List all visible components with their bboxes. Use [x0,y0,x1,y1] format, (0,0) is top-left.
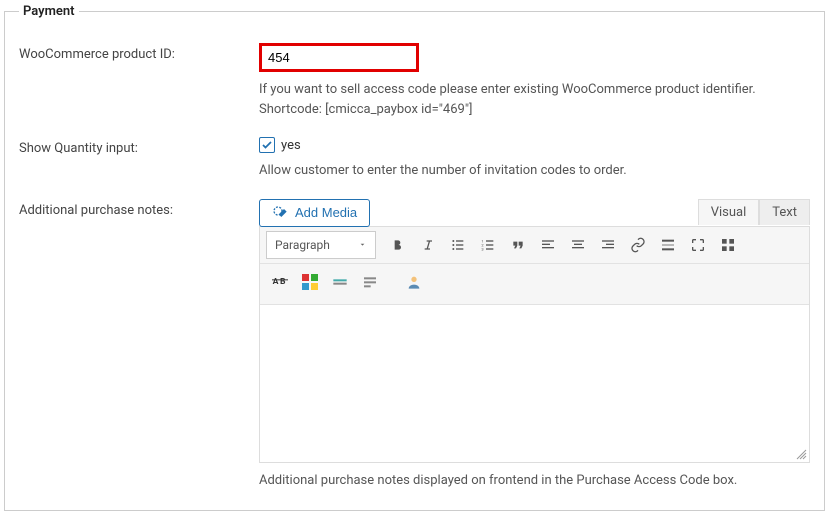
color-grid-button[interactable] [296,268,324,296]
svg-text:A: A [273,277,279,287]
fullscreen-button[interactable] [684,231,712,259]
product-id-help: If you want to sell access code please e… [259,80,810,119]
toolbar-toggle-button[interactable] [714,231,742,259]
clear-formatting-button[interactable] [356,268,384,296]
bold-button[interactable] [384,231,412,259]
payment-fieldset: Payment WooCommerce product ID: If you w… [4,4,825,511]
user-icon-button[interactable] [400,268,428,296]
product-id-help-line2: Shortcode: [cmicca_paybox id="469"] [259,100,810,120]
notes-label: Additional purchase notes: [19,199,259,491]
chevron-down-icon [358,238,367,252]
resize-handle-icon[interactable] [795,448,807,460]
product-id-input[interactable] [259,43,419,72]
editor-tabs: Visual Text [698,199,810,225]
svg-text:3: 3 [481,246,483,251]
product-id-help-line1: If you want to sell access code please e… [259,80,810,100]
quantity-field: yes Allow customer to enter the number o… [259,137,810,181]
add-media-button[interactable]: Add Media [259,199,370,227]
svg-text:B: B [280,277,286,287]
italic-button[interactable] [414,231,442,259]
editor-toolbar-row1: Paragraph 123 [260,227,809,264]
editor-toolbar-row2: AB [260,264,809,304]
numbered-list-button[interactable]: 123 [474,231,502,259]
product-id-label: WooCommerce product ID: [19,43,259,119]
add-media-label: Add Media [295,205,357,220]
insert-more-button[interactable] [654,231,682,259]
bullet-list-button[interactable] [444,231,472,259]
section-title: Payment [19,4,79,19]
align-left-button[interactable] [534,231,562,259]
strikethrough-button[interactable]: AB [266,268,294,296]
media-icon [272,205,288,221]
quantity-checkbox[interactable] [259,137,275,153]
format-select-label: Paragraph [275,238,330,252]
editor-body[interactable] [260,304,809,462]
quantity-label: Show Quantity input: [19,137,259,181]
editor: Paragraph 123 [259,226,810,463]
row-quantity: Show Quantity input: yes Allow customer … [19,137,810,181]
align-center-button[interactable] [564,231,592,259]
row-notes: Additional purchase notes: Add Media Vis… [19,199,810,491]
quantity-checkbox-wrap: yes [259,137,810,153]
notes-field: Add Media Visual Text Paragraph [259,199,810,491]
tab-visual[interactable]: Visual [698,199,760,225]
format-select[interactable]: Paragraph [266,231,376,259]
tab-text[interactable]: Text [759,199,810,225]
blockquote-button[interactable] [504,231,532,259]
link-button[interactable] [624,231,652,259]
quantity-checkbox-label: yes [281,138,301,153]
align-right-button[interactable] [594,231,622,259]
hr-button[interactable] [326,268,354,296]
notes-help: Additional purchase notes displayed on f… [259,471,810,491]
quantity-help: Allow customer to enter the number of in… [259,161,810,181]
product-id-field: If you want to sell access code please e… [259,43,810,119]
row-product-id: WooCommerce product ID: If you want to s… [19,43,810,119]
